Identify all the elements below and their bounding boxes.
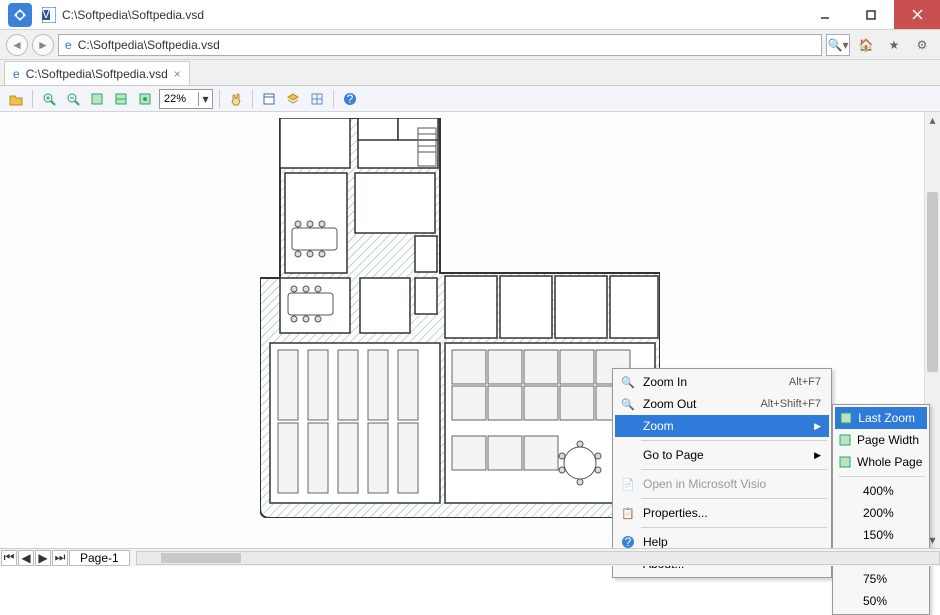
tab-label: C:\Softpedia\Softpedia.vsd	[26, 67, 168, 81]
minimize-button[interactable]	[802, 0, 848, 29]
search-dropdown-icon[interactable]: 🔍▾	[826, 34, 850, 56]
menu-separator	[641, 469, 827, 470]
hand-tool-icon[interactable]	[226, 89, 246, 109]
page-width-icon	[839, 431, 851, 449]
favorites-icon[interactable]: ★	[882, 33, 906, 57]
submenu-arrow-icon: ▶	[814, 450, 821, 461]
zoom-in-icon[interactable]	[39, 89, 59, 109]
zoom-dropdown-icon[interactable]: ▾	[198, 92, 212, 106]
whole-page-icon	[839, 453, 851, 471]
hscroll-thumb[interactable]	[161, 553, 241, 563]
zoom-combo[interactable]: ▾	[159, 89, 213, 109]
window-controls	[802, 0, 940, 29]
zoom-page-icon[interactable]	[87, 89, 107, 109]
browser-tab[interactable]: e C:\Softpedia\Softpedia.vsd ×	[4, 61, 190, 85]
home-icon[interactable]: 🏠	[854, 33, 878, 57]
toolbar-separator	[32, 90, 33, 108]
properties-icon: 📋	[619, 504, 637, 522]
title-bar: V C:\Softpedia\Softpedia.vsd	[0, 0, 940, 30]
zoom-75[interactable]: 75%	[835, 568, 927, 590]
ie-tab-icon: e	[13, 67, 20, 81]
menu-separator	[641, 527, 827, 528]
zoom-submenu: Last Zoom Page Width Whole Page 400% 200…	[832, 404, 930, 615]
svg-text:V: V	[42, 7, 50, 21]
ctx-open-visio: 📄 Open in Microsoft Visio	[615, 473, 829, 495]
page-last-icon[interactable]: ⏭	[52, 550, 68, 566]
ie-icon: e	[65, 38, 72, 52]
submenu-arrow-icon: ▶	[814, 421, 821, 432]
window-title: C:\Softpedia\Softpedia.vsd	[58, 8, 802, 22]
zoom-50[interactable]: 50%	[835, 590, 927, 612]
page-first-icon[interactable]: ⏮	[1, 550, 17, 566]
maximize-button[interactable]	[848, 0, 894, 29]
zoom-out-icon: 🔍	[619, 395, 637, 413]
address-bar-row: ◄ ► e C:\Softpedia\Softpedia.vsd 🔍▾ 🏠 ★ …	[0, 30, 940, 60]
svg-text:?: ?	[347, 92, 354, 106]
horizontal-scrollbar[interactable]	[136, 551, 940, 565]
floor-plan-page	[260, 118, 660, 518]
ctx-goto-page[interactable]: Go to Page ▶	[615, 444, 829, 466]
toolbar-separator	[333, 90, 334, 108]
svg-text:?: ?	[625, 535, 632, 549]
tools-gear-icon[interactable]: ⚙	[910, 33, 934, 57]
layers-icon[interactable]	[283, 89, 303, 109]
zoom-width-icon[interactable]	[111, 89, 131, 109]
close-button[interactable]	[894, 0, 940, 29]
open-icon[interactable]	[6, 89, 26, 109]
scroll-thumb[interactable]	[927, 192, 938, 372]
tab-close-icon[interactable]: ×	[174, 67, 181, 81]
page-tab-bar: ⏮ ◀ ▶ ⏭ Page-1	[0, 548, 940, 566]
menu-separator	[839, 476, 925, 477]
page-tab[interactable]: Page-1	[69, 550, 130, 566]
zoom-input[interactable]	[160, 93, 198, 105]
zoom-200[interactable]: 200%	[835, 502, 927, 524]
zoom-last-icon[interactable]	[135, 89, 155, 109]
visio-doc-icon: V	[40, 6, 58, 24]
context-menu: 🔍 Zoom In Alt+F7 🔍 Zoom Out Alt+Shift+F7…	[612, 368, 832, 578]
nav-back-button[interactable]: ◄	[6, 34, 28, 56]
blank-icon	[619, 446, 637, 464]
toolbar-separator	[252, 90, 253, 108]
zoom-out-icon[interactable]	[63, 89, 83, 109]
app-icon	[0, 0, 40, 30]
page-prev-icon[interactable]: ◀	[18, 550, 34, 566]
nav-forward-button[interactable]: ►	[32, 34, 54, 56]
help-icon[interactable]: ?	[340, 89, 360, 109]
zoom-last-icon	[839, 409, 852, 427]
menu-separator	[641, 498, 827, 499]
grid-icon[interactable]	[307, 89, 327, 109]
page-next-icon[interactable]: ▶	[35, 550, 51, 566]
zoom-400[interactable]: 400%	[835, 480, 927, 502]
zoom-in-icon: 🔍	[619, 373, 637, 391]
ctx-zoom-submenu[interactable]: Zoom ▶	[615, 415, 829, 437]
address-text: C:\Softpedia\Softpedia.vsd	[78, 38, 220, 52]
menu-separator	[641, 440, 827, 441]
ctx-zoom-out[interactable]: 🔍 Zoom Out Alt+Shift+F7	[615, 393, 829, 415]
address-box[interactable]: e C:\Softpedia\Softpedia.vsd	[58, 34, 822, 56]
viewer-toolbar: ▾ ?	[0, 86, 940, 112]
zoom-150[interactable]: 150%	[835, 524, 927, 546]
ctx-properties[interactable]: 📋 Properties...	[615, 502, 829, 524]
zoom-whole-page[interactable]: Whole Page	[835, 451, 927, 473]
zoom-page-width[interactable]: Page Width	[835, 429, 927, 451]
visio-icon: 📄	[619, 475, 637, 493]
toolbar-separator	[219, 90, 220, 108]
blank-icon	[619, 417, 637, 435]
ctx-zoom-in[interactable]: 🔍 Zoom In Alt+F7	[615, 371, 829, 393]
tab-strip: e C:\Softpedia\Softpedia.vsd ×	[0, 60, 940, 86]
scroll-up-icon[interactable]: ▴	[925, 112, 940, 128]
zoom-last[interactable]: Last Zoom	[835, 407, 927, 429]
properties-icon[interactable]	[259, 89, 279, 109]
